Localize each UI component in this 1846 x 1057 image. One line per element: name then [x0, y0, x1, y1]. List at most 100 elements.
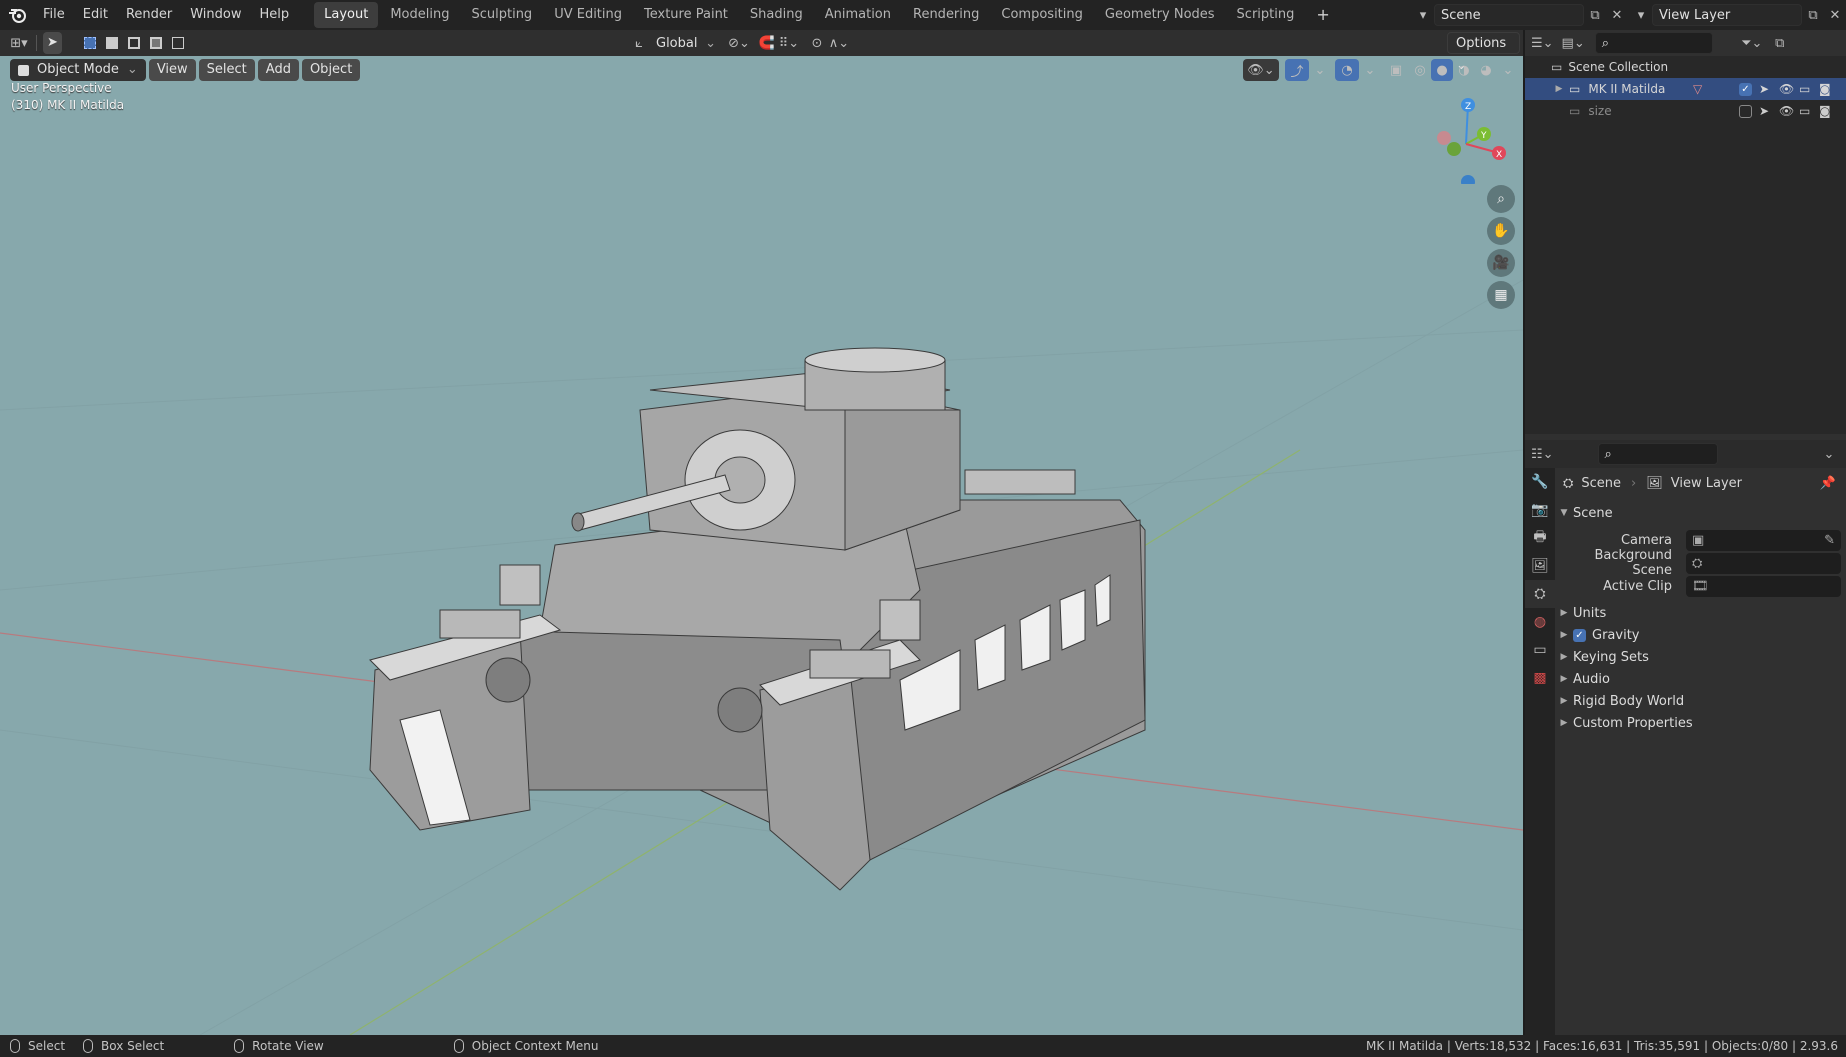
tab-sculpting[interactable]: Sculpting [461, 2, 542, 28]
properties-search-input[interactable]: ⌕ [1597, 443, 1718, 465]
outliner-root-row[interactable]: ▭ Scene Collection [1525, 56, 1846, 78]
drag-mouse-icon [83, 1039, 94, 1053]
workspace-tabs: Layout Modeling Sculpting UV Editing Tex… [314, 2, 1342, 28]
view-layer-tab-icon[interactable]: 🖼 [1525, 552, 1555, 580]
exclude-checkbox[interactable]: ✓ [1739, 82, 1752, 96]
x-axis-label: X [1496, 150, 1502, 160]
scene-field[interactable]: Scene [1434, 4, 1584, 26]
outliner-editor-icon[interactable]: ☰⌄ [1531, 32, 1554, 54]
3d-viewport[interactable]: ⊞▾ ➤ ⟀ Global ⌄ ⊘⌄ 🧲 ⠿⌄ ⊙ ∧⌄ Options ⌄ Ob… [0, 30, 1523, 1035]
properties-tabs: 🔧 📷 🖶 🖼 ⛭ ◍ ▭ ▩ [1525, 468, 1555, 1035]
tool-tab-icon[interactable]: 🔧 [1525, 468, 1555, 496]
active-clip-field[interactable]: 🎞 [1686, 575, 1841, 597]
view-layer-field[interactable]: View Layer [1652, 4, 1802, 26]
camera-field[interactable]: ▣ ✎ [1686, 529, 1841, 551]
tab-animation[interactable]: Animation [815, 2, 901, 28]
remove-scene-icon[interactable]: ✕ [1606, 4, 1628, 26]
scene-icon[interactable]: ▾ [1412, 4, 1434, 26]
scene-tab-icon[interactable]: ⛭ [1525, 580, 1555, 608]
visibility-eye-icon[interactable]: 👁 [1779, 104, 1794, 118]
background-scene-label: Background Scene [1594, 548, 1672, 578]
view-layer-breadcrumb-icon: 🖼 [1646, 475, 1663, 491]
clip-icon: 🎞 [1692, 578, 1709, 594]
panel-keying-sets-label: Keying Sets [1573, 649, 1649, 665]
menu-help[interactable]: Help [251, 0, 299, 30]
panel-audio[interactable]: ▶ Audio [1555, 668, 1846, 690]
panel-units[interactable]: ▶ Units [1555, 602, 1846, 624]
tab-texture-paint[interactable]: Texture Paint [634, 2, 738, 28]
render-camera-icon[interactable]: ◙ [1819, 82, 1831, 96]
hint-box-select-label: Box Select [101, 1039, 165, 1053]
menu-file[interactable]: File [34, 0, 74, 30]
search-icon: ⌕ [1601, 35, 1610, 51]
menu-window[interactable]: Window [181, 0, 250, 30]
panel-custom-properties[interactable]: ▶ Custom Properties [1555, 712, 1846, 734]
collapse-arrow-icon: ▼ [1560, 508, 1568, 518]
camera-label: Camera [1620, 532, 1672, 548]
tab-uv-editing[interactable]: UV Editing [544, 2, 632, 28]
tab-rendering[interactable]: Rendering [903, 2, 989, 28]
collection-tab-icon[interactable]: ▭ [1525, 636, 1555, 664]
zoom-icon[interactable]: ⌕ [1487, 185, 1515, 213]
active-clip-row: Active Clip 🎞 [1555, 575, 1846, 597]
gravity-checkbox[interactable]: ✓ [1573, 628, 1586, 642]
exclude-checkbox[interactable] [1739, 104, 1752, 118]
blender-logo-icon[interactable] [0, 0, 34, 30]
visibility-eye-icon[interactable]: 👁 [1779, 82, 1794, 96]
panel-scene-label: Scene [1573, 505, 1613, 521]
filter-icon[interactable]: ⏷⌄ [1741, 32, 1763, 54]
new-scene-icon[interactable]: ⧉ [1584, 4, 1606, 26]
world-tab-icon[interactable]: ◍ [1525, 608, 1555, 636]
output-tab-icon[interactable]: 🖶 [1525, 524, 1555, 552]
tab-geometry-nodes[interactable]: Geometry Nodes [1095, 2, 1225, 28]
navigation-gizmo[interactable]: Z Y X [1428, 94, 1508, 184]
right-mouse-icon [453, 1039, 464, 1053]
outliner-search-input[interactable]: ⌕ [1594, 32, 1713, 54]
display-mode-icon[interactable]: ▤⌄ [1562, 32, 1585, 54]
render-camera-icon[interactable]: ◙ [1819, 104, 1831, 118]
panel-keying-sets[interactable]: ▶ Keying Sets [1555, 646, 1846, 668]
tab-compositing[interactable]: Compositing [991, 2, 1093, 28]
expand-arrow-icon[interactable]: ▶ [1553, 84, 1565, 94]
panel-gravity[interactable]: ▶ ✓ Gravity [1555, 624, 1846, 646]
neg-x-axis-icon[interactable] [1437, 131, 1451, 145]
outliner-row-size[interactable]: ▭ size ➤ 👁 ▭ ◙ [1525, 100, 1846, 122]
pan-hand-icon[interactable]: ✋ [1487, 217, 1515, 245]
properties-breadcrumb: ⛭ Scene › 🖼 View Layer 📌 [1563, 475, 1836, 491]
add-workspace-icon[interactable]: + [1306, 2, 1339, 28]
menu-edit[interactable]: Edit [74, 0, 117, 30]
tab-shading[interactable]: Shading [740, 2, 813, 28]
pin-icon[interactable]: 📌 [1820, 476, 1836, 491]
eyedropper-icon[interactable]: ✎ [1824, 533, 1835, 548]
tab-scripting[interactable]: Scripting [1227, 2, 1305, 28]
render-tab-icon[interactable]: 📷 [1525, 496, 1555, 524]
hint-rotate-view: Rotate View [224, 1039, 324, 1053]
viewport-disable-icon[interactable]: ▭ [1799, 82, 1810, 96]
left-mouse-icon [10, 1039, 20, 1053]
menu-render[interactable]: Render [117, 0, 181, 30]
camera-view-icon[interactable]: 🎥 [1487, 249, 1515, 277]
view-layer-icon[interactable]: ▾ [1630, 4, 1652, 26]
properties-editor-icon[interactable]: ☷⌄ [1531, 443, 1554, 465]
selectable-icon[interactable]: ➤ [1759, 82, 1769, 96]
panel-rigid-body-world[interactable]: ▶ Rigid Body World [1555, 690, 1846, 712]
tab-layout[interactable]: Layout [314, 2, 379, 28]
remove-view-layer-icon[interactable]: ✕ [1824, 4, 1846, 26]
viewport-disable-icon[interactable]: ▭ [1799, 104, 1810, 118]
neg-z-axis-icon[interactable] [1461, 175, 1475, 184]
tank-model[interactable] [369, 347, 1146, 891]
selectable-icon[interactable]: ➤ [1759, 104, 1769, 118]
ortho-grid-icon[interactable]: ▦ [1487, 281, 1515, 309]
background-scene-field[interactable]: ⛭ [1686, 552, 1841, 574]
properties-content: ⛭ Scene › 🖼 View Layer 📌 ▼ Scene Camera … [1555, 468, 1846, 1035]
outliner-row-mk-ii-matilda[interactable]: ▶ ▭ MK II Matilda ▽ ✓ ➤ 👁 ▭ ◙ [1525, 78, 1846, 100]
neg-y-axis-icon[interactable] [1447, 142, 1461, 156]
new-collection-icon[interactable]: ⧉ [1769, 32, 1791, 54]
new-view-layer-icon[interactable]: ⧉ [1802, 4, 1824, 26]
tab-modeling[interactable]: Modeling [380, 2, 459, 28]
background-scene-row: Background Scene ⛭ [1555, 548, 1846, 578]
texture-tab-icon[interactable]: ▩ [1525, 664, 1555, 692]
panel-scene-header[interactable]: ▼ Scene [1555, 502, 1846, 524]
properties-options-icon[interactable]: ⌄ [1818, 443, 1840, 465]
app-menu: File Edit Render Window Help [34, 0, 298, 30]
